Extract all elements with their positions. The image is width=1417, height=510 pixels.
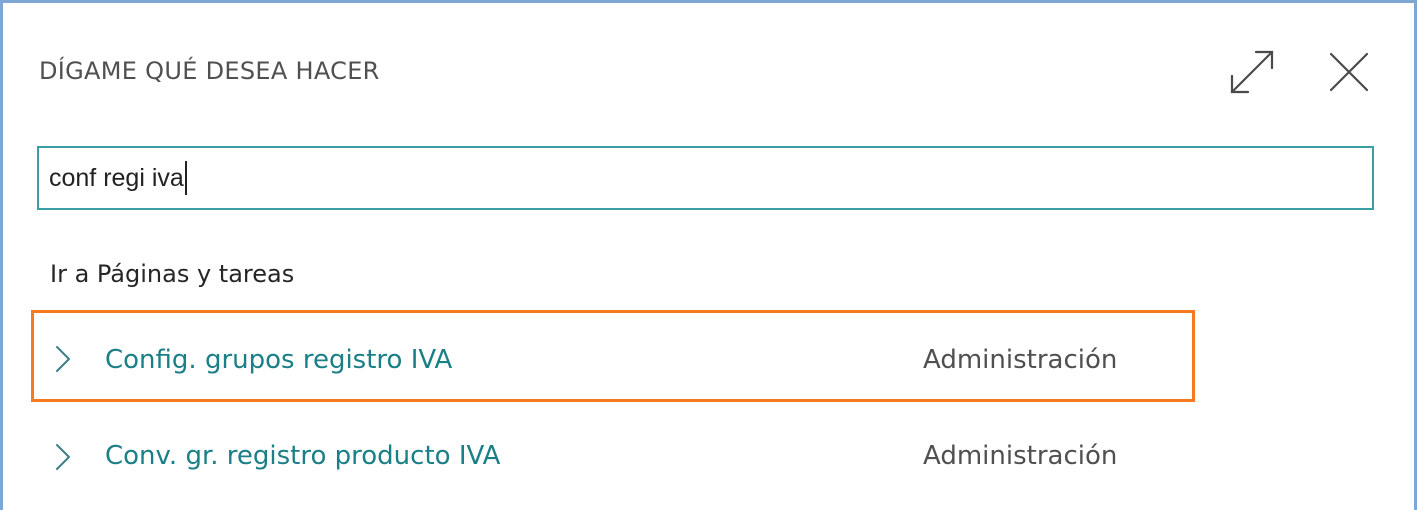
tell-me-dialog: DÍGAME QUÉ DESEA HACER conf regi iva Ir … <box>0 0 1417 510</box>
dialog-title: DÍGAME QUÉ DESEA HACER <box>39 57 380 85</box>
expand-diagonal-arrows-icon <box>1230 50 1274 94</box>
result-label[interactable]: Config. grupos registro IVA <box>105 345 452 375</box>
text-caret <box>184 161 187 195</box>
section-heading: Ir a Páginas y tareas <box>50 260 295 288</box>
result-item-conv-gr-registro-producto-iva[interactable]: Conv. gr. registro producto IVA Administ… <box>31 406 1195 498</box>
search-box[interactable]: conf regi iva <box>37 146 1374 210</box>
result-category: Administración <box>923 441 1118 471</box>
result-category: Administración <box>923 345 1118 375</box>
result-label[interactable]: Conv. gr. registro producto IVA <box>105 441 500 471</box>
result-item-config-grupos-registro-iva[interactable]: Config. grupos registro IVA Administraci… <box>31 310 1195 402</box>
search-input[interactable]: conf regi iva <box>49 164 184 193</box>
expand-button[interactable] <box>1224 44 1280 100</box>
chevron-right-icon <box>54 344 72 374</box>
close-button[interactable] <box>1321 44 1377 100</box>
chevron-right-icon <box>54 442 72 472</box>
close-x-icon <box>1329 52 1369 92</box>
